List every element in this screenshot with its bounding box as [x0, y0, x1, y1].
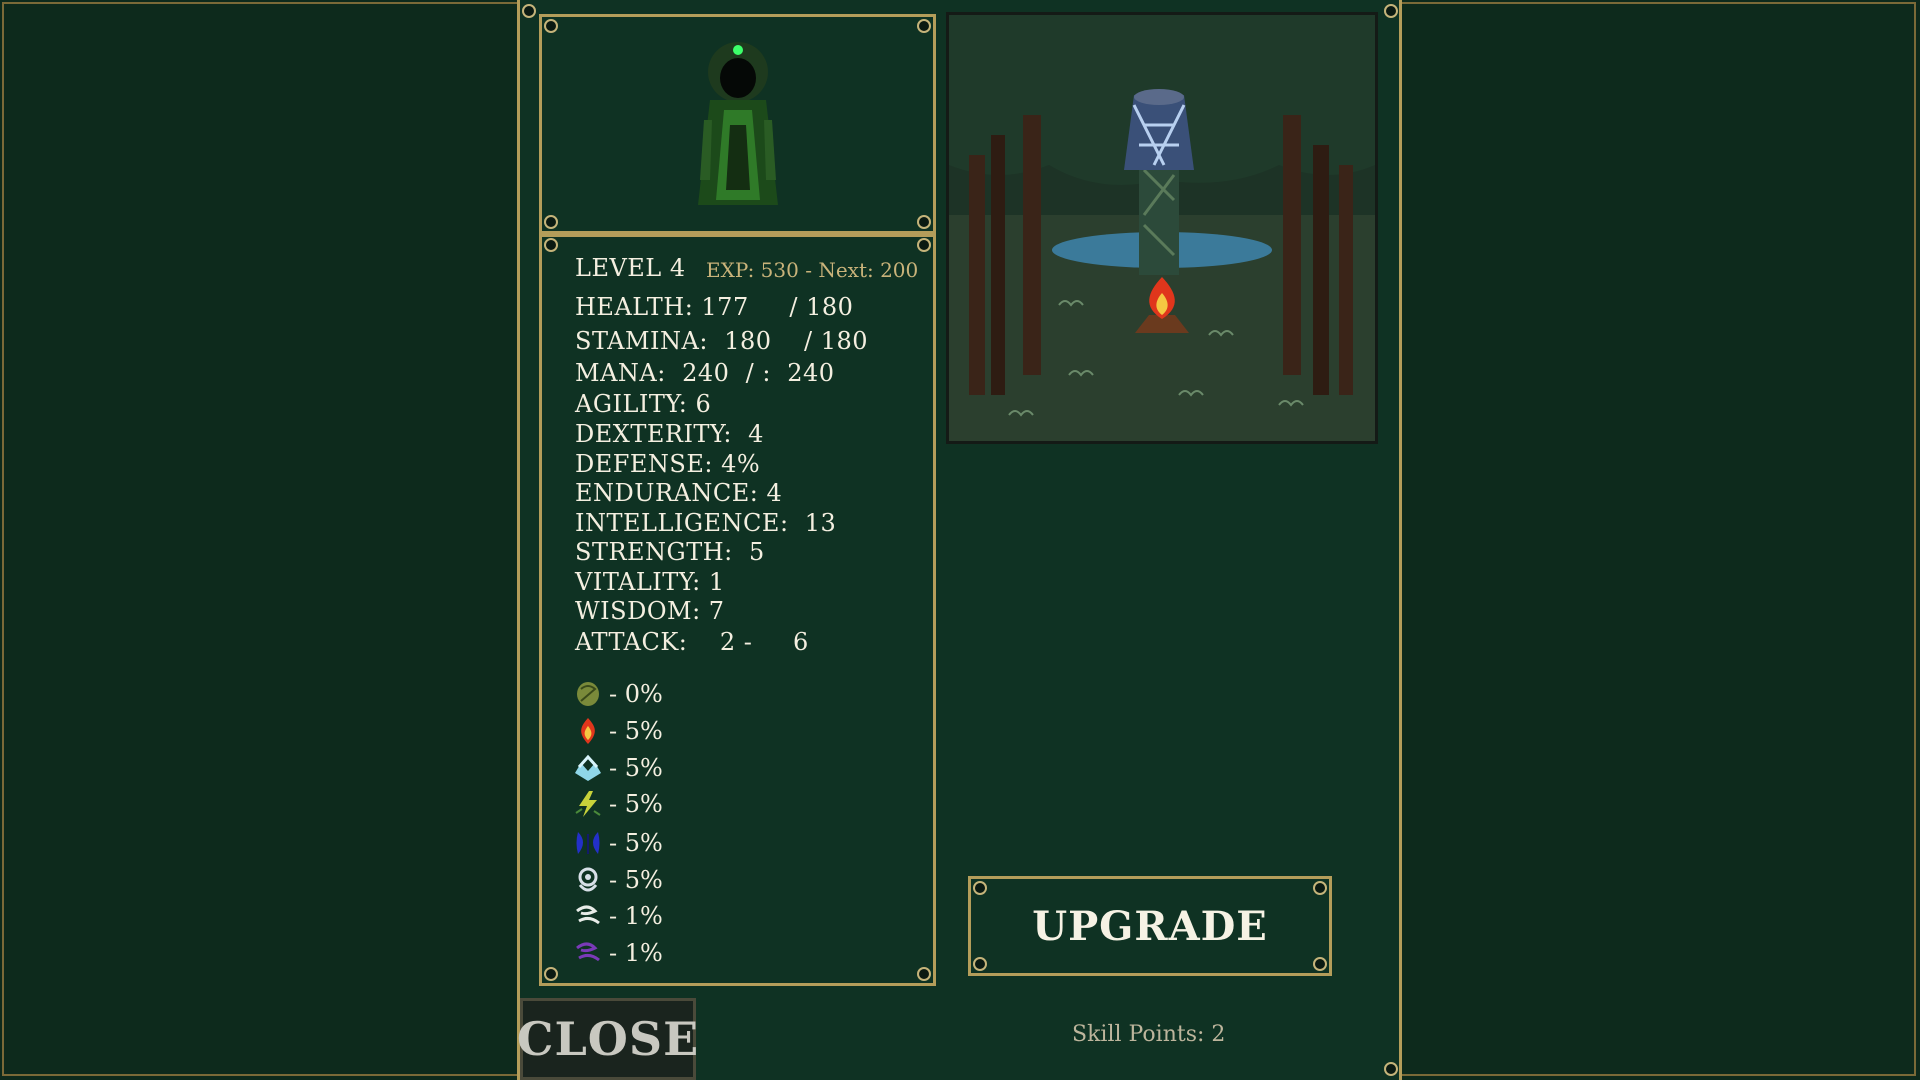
stat-endurance: ENDURANCE: 4	[575, 479, 783, 507]
corner-ornament	[973, 957, 987, 971]
stat-attack: ATTACK: 2 - 6	[575, 628, 809, 656]
corner-ornament	[917, 967, 931, 981]
resistance-row: - 5%	[573, 865, 663, 895]
corner-ornament	[544, 967, 558, 981]
stat-strength: STRENGTH: 5	[575, 538, 765, 566]
skill-points-label: Skill Points: 2	[1072, 1022, 1226, 1047]
resistance-value: - 5%	[609, 717, 663, 745]
resistance-value: - 1%	[609, 939, 663, 967]
scene-image-frame	[946, 12, 1378, 444]
corner-ornament	[544, 238, 558, 252]
resistance-row: - 5%	[573, 789, 663, 819]
shadow-resist-icon	[576, 942, 600, 962]
spirit-resist-icon	[578, 867, 598, 892]
stat-wisdom: WISDOM: 7	[575, 597, 725, 625]
corner-ornament	[1313, 957, 1327, 971]
forest-campfire-scene	[949, 15, 1375, 441]
close-button[interactable]: CLOSE	[516, 998, 700, 1080]
nature-resist-icon	[577, 682, 599, 706]
resistance-value: - 5%	[609, 754, 663, 782]
stat-health: HEALTH: 177 / 180	[575, 293, 854, 321]
resistance-value: - 5%	[609, 829, 663, 857]
fire-resist-icon	[581, 718, 595, 744]
level-label: LEVEL 4	[575, 254, 686, 282]
corner-ornament	[522, 4, 536, 18]
lightning-resist-icon	[575, 791, 601, 817]
resistance-value: - 1%	[609, 902, 663, 930]
resistance-value: - 5%	[609, 866, 663, 894]
stat-defense: DEFENSE: 4%	[575, 450, 761, 478]
upgrade-button[interactable]: UPGRADE	[968, 876, 1332, 976]
corner-ornament	[1313, 881, 1327, 895]
exp-label: EXP: 530 - Next: 200	[706, 258, 919, 282]
resistance-row: - 5%	[573, 716, 663, 746]
resistance-row: - 0%	[573, 679, 663, 709]
upgrade-button-label: UPGRADE	[1032, 902, 1268, 950]
stat-vitality: VITALITY: 1	[575, 568, 725, 596]
resistance-row: - 5%	[573, 753, 663, 783]
resistance-value: - 5%	[609, 790, 663, 818]
corner-ornament	[973, 881, 987, 895]
close-button-label: CLOSE	[516, 1012, 700, 1066]
stat-dexterity: DEXTERITY: 4	[575, 420, 764, 448]
wind-resist-icon	[576, 905, 600, 925]
stat-agility: AGILITY: 6	[575, 390, 712, 418]
corner-ornament	[544, 215, 558, 229]
corner-ornament	[1384, 1062, 1398, 1076]
corner-ornament	[917, 215, 931, 229]
resistance-row: - 1%	[573, 901, 663, 931]
corner-ornament	[544, 19, 558, 33]
resistance-row: - 5%	[573, 828, 663, 858]
water-resist-icon	[576, 832, 600, 854]
resistance-value: - 0%	[609, 680, 663, 708]
stat-stamina: STAMINA: 180 / 180	[575, 327, 869, 355]
frost-resist-icon	[575, 754, 601, 781]
stat-mana: MANA: 240 / : 240	[575, 359, 835, 387]
resistance-row: - 1%	[573, 938, 663, 968]
corner-ornament	[1384, 4, 1398, 18]
corner-ornament	[917, 19, 931, 33]
character-portrait	[698, 42, 778, 205]
stat-intelligence: INTELLIGENCE: 13	[575, 509, 837, 537]
corner-ornament	[917, 238, 931, 252]
